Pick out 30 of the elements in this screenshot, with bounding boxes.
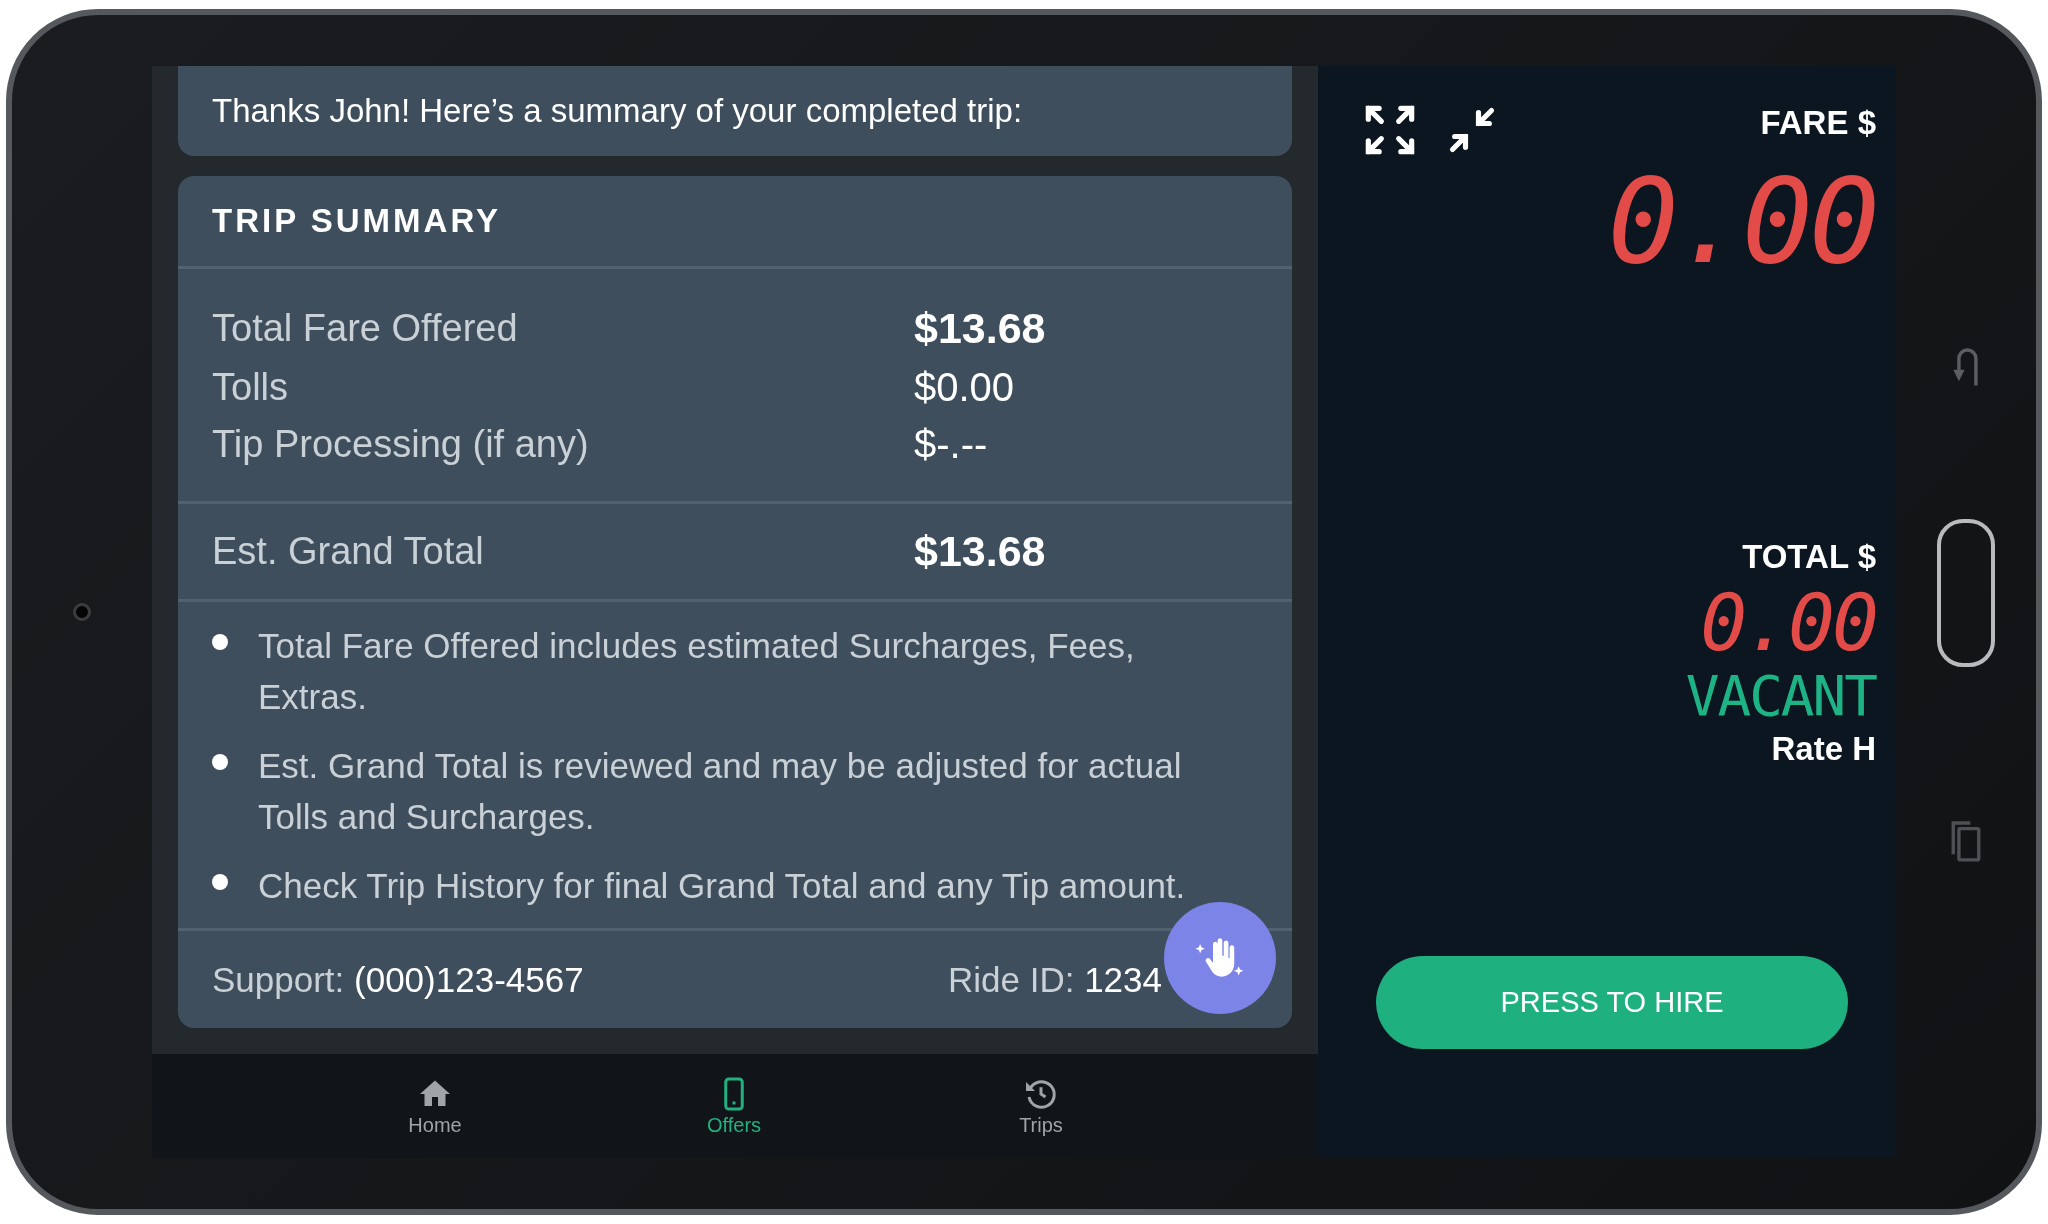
bullet-dot (212, 753, 228, 770)
greeting-text: Thanks John! Here’s a summary of your completed trip: (212, 92, 1023, 130)
expand-icon[interactable] (1364, 104, 1416, 156)
nav-tab[interactable]: Offers (674, 1075, 794, 1137)
row-label: Tolls (212, 365, 290, 409)
row-label: Tip Processing (if any) (212, 422, 590, 466)
row-value: $13.68 (914, 303, 1046, 353)
note-text: Est. Grand Total is reviewed and may be adjusted for actual Tolls and Surcharges. (258, 744, 1183, 838)
total-label: TOTAL $ (1742, 538, 1876, 576)
row-label: Total Fare Offered (212, 306, 519, 350)
note-text: Check Trip History for final Grand Total and any Tip amount. (258, 864, 1186, 907)
note-text: Total Fare Offered includes estimated Surcharges, Fees, Extras. (258, 624, 1136, 718)
nav-tab[interactable]: Trips (981, 1075, 1101, 1137)
fare-amount: 0.00 (1607, 162, 1876, 280)
support-text: Support: (000)123-4567 (212, 959, 584, 1000)
home-key[interactable] (1937, 519, 1995, 667)
bullet-dot (212, 633, 228, 650)
bullet-dot (212, 873, 228, 890)
status-text: VACANT (1685, 668, 1876, 724)
card-title: TRIP SUMMARY (212, 202, 501, 240)
grand-total-label: Est. Grand Total (212, 530, 485, 573)
row-value: $-.-- (914, 421, 988, 467)
camera-dot (73, 603, 91, 621)
rate-text: Rate H (1771, 730, 1876, 768)
fare-label: FARE $ (1760, 104, 1876, 142)
nav-tab[interactable]: Home (375, 1075, 495, 1137)
grand-total-value: $13.68 (914, 527, 1046, 576)
row-value: $0.00 (914, 364, 1015, 410)
total-amount: 0.00 (1700, 584, 1876, 662)
ride-id-text: Ride ID: 1234 (947, 959, 1162, 1000)
